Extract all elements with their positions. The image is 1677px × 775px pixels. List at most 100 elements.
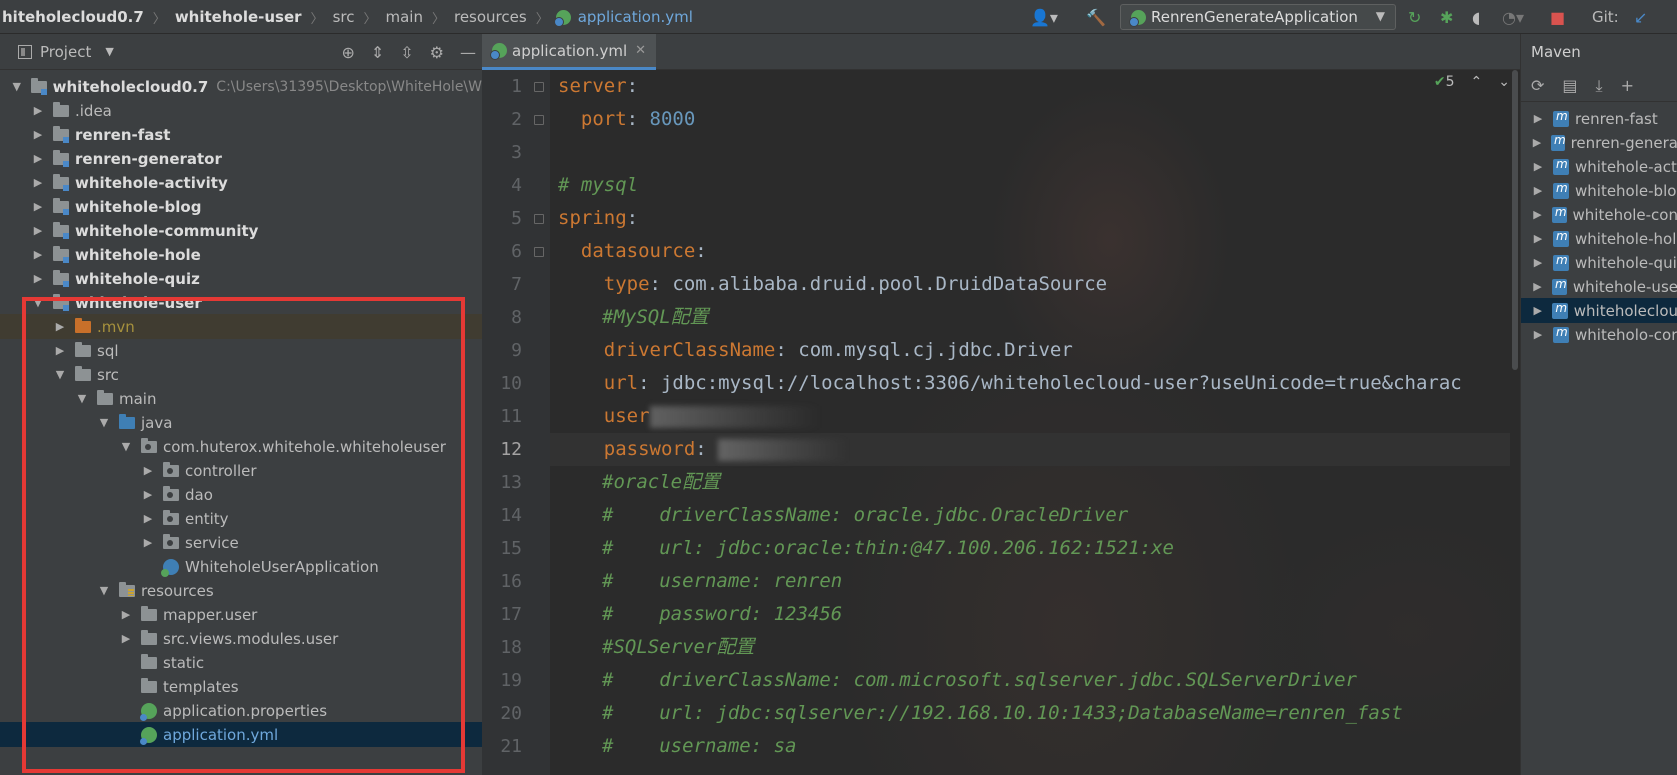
breadcrumb-file[interactable]: application.yml (576, 8, 695, 26)
stop-icon[interactable]: ■ (1550, 0, 1565, 34)
maven-item[interactable]: ▶ whitehole-act (1521, 154, 1677, 179)
maven-item[interactable]: ▶ whitehole-blo (1521, 178, 1677, 203)
chevron-right-icon[interactable]: ▶ (141, 464, 155, 477)
chevron-right-icon[interactable]: ▶ (1531, 280, 1544, 293)
tree-item-sql[interactable]: ▶ sql (0, 338, 482, 363)
chevron-right-icon[interactable]: ▶ (1531, 160, 1545, 173)
debug-bug-icon[interactable]: ✱ (1440, 0, 1453, 34)
chevron-down-icon[interactable]: ▼ (97, 584, 111, 597)
chevron-right-icon[interactable]: ▶ (31, 224, 45, 237)
tree-item-resources[interactable]: ▼ resources (0, 578, 482, 603)
run-configuration-select[interactable]: RenrenGenerateApplication ▼ (1120, 4, 1396, 30)
close-icon[interactable]: ✕ (635, 43, 646, 58)
maven-item[interactable]: ▶ whitehole-con (1521, 202, 1677, 227)
chevron-right-icon[interactable]: ▶ (31, 272, 45, 285)
tree-item-java[interactable]: ▼ java (0, 410, 482, 435)
tree-item-whitehole-user[interactable]: ▼ whitehole-user (0, 290, 482, 315)
chevron-right-icon[interactable]: ▶ (31, 104, 45, 117)
chevron-right-icon[interactable]: ▶ (141, 512, 155, 525)
download-icon[interactable]: ⤓ (1596, 76, 1603, 96)
breadcrumb-main[interactable]: main (383, 8, 424, 26)
chevron-down-icon[interactable]: ▼ (119, 440, 133, 453)
chevron-right-icon[interactable]: ▶ (119, 632, 133, 645)
add-icon[interactable]: + (1621, 76, 1634, 95)
chevron-down-icon[interactable]: ▼ (97, 416, 111, 429)
chevron-right-icon[interactable]: ▶ (1531, 184, 1545, 197)
gear-icon[interactable]: ⚙ (430, 43, 444, 62)
tree-item-service[interactable]: ▶ service (0, 530, 482, 555)
chevron-right-icon[interactable]: ▶ (1531, 208, 1544, 221)
chevron-down-icon[interactable]: ▼ (75, 392, 89, 405)
breadcrumb-project[interactable]: hiteholecloud0.7 (0, 8, 146, 26)
chevron-right-icon[interactable]: ▶ (141, 488, 155, 501)
project-view-selector[interactable]: Project ▼ (18, 43, 114, 61)
tree-item-application-class[interactable]: WhiteholeUserApplication (0, 554, 482, 579)
tree-item-renren-fast[interactable]: ▶ renren-fast (0, 122, 482, 147)
inspection-status[interactable]: ✔5 (1434, 74, 1455, 90)
tree-item-entity[interactable]: ▶ entity (0, 506, 482, 531)
tree-item-package-root[interactable]: ▼ com.huterox.whitehole.whiteholeuser (0, 434, 482, 459)
git-update-arrow-icon[interactable]: ↙ (1634, 0, 1647, 34)
tree-item-templates[interactable]: templates (0, 674, 482, 699)
reload-icon[interactable]: ⟳ (1531, 76, 1544, 95)
chevron-right-icon[interactable]: ▶ (31, 176, 45, 189)
maven-item[interactable]: ▶ renren-fast (1521, 106, 1677, 131)
fold-marker-icon[interactable] (534, 115, 544, 125)
chevron-right-icon[interactable]: ▶ (119, 608, 133, 621)
tree-item-renren-generator[interactable]: ▶ renren-generator (0, 146, 482, 171)
maven-item[interactable]: ▶ whitehole-use (1521, 274, 1677, 299)
code-area[interactable]: ✔5 ⌃ ⌄ server: port: 8000 # mysql spring… (550, 70, 1520, 775)
maven-item[interactable]: ▶ whiteholo-cor (1521, 322, 1677, 347)
locate-crosshair-icon[interactable]: ⊕ (341, 43, 354, 62)
expand-all-icon[interactable]: ⇕ (371, 43, 384, 62)
tree-item-whitehole-activity[interactable]: ▶ whitehole-activity (0, 170, 482, 195)
chevron-right-icon[interactable]: ▶ (141, 536, 155, 549)
chevron-right-icon[interactable]: ▶ (53, 320, 67, 333)
profile-icon[interactable]: ◔▾ (1502, 0, 1524, 34)
tree-item-whitehole-community[interactable]: ▶ whitehole-community (0, 218, 482, 243)
tree-item-src-views[interactable]: ▶ src.views.modules.user (0, 626, 482, 651)
tree-item-whitehole-quiz[interactable]: ▶ whitehole-quiz (0, 266, 482, 291)
chevron-down-icon[interactable]: ▼ (31, 296, 45, 309)
tree-item-idea[interactable]: ▶ .idea (0, 98, 482, 123)
chevron-right-icon[interactable]: ▶ (1531, 232, 1545, 245)
tab-application-yml[interactable]: application.yml ✕ (482, 34, 656, 70)
tree-item-src[interactable]: ▼ src (0, 362, 482, 387)
tree-item-mapper-user[interactable]: ▶ mapper.user (0, 602, 482, 627)
maven-item-selected[interactable]: ▶ whiteholeclou (1521, 298, 1677, 323)
chevron-up-icon[interactable]: ⌃ (1471, 74, 1483, 90)
tree-item-controller[interactable]: ▶ controller (0, 458, 482, 483)
tree-item-main[interactable]: ▼ main (0, 386, 482, 411)
breadcrumb-src[interactable]: src (331, 8, 357, 26)
chevron-right-icon[interactable]: ▶ (1531, 328, 1545, 341)
maven-item[interactable]: ▶ whitehole-hol (1521, 226, 1677, 251)
chevron-right-icon[interactable]: ▶ (31, 128, 45, 141)
chevron-down-icon[interactable]: ▼ (53, 368, 67, 381)
fold-marker-icon[interactable] (534, 214, 544, 224)
breadcrumb-resources[interactable]: resources (452, 8, 529, 26)
tree-item-mvn[interactable]: ▶ .mvn (0, 314, 482, 339)
breadcrumb-module[interactable]: whitehole-user (173, 8, 304, 26)
chevron-right-icon[interactable]: ▶ (1531, 256, 1545, 269)
tree-item-whitehole-blog[interactable]: ▶ whitehole-blog (0, 194, 482, 219)
user-icon[interactable]: 👤▾ (1030, 0, 1058, 34)
tree-item-whitehole-hole[interactable]: ▶ whitehole-hole (0, 242, 482, 267)
tree-item-static[interactable]: static (0, 650, 482, 675)
chevron-down-icon[interactable]: ⌄ (1498, 74, 1510, 90)
maven-item[interactable]: ▶ whitehole-qui (1521, 250, 1677, 275)
maven-item[interactable]: ▶ renren-genera (1521, 130, 1677, 155)
coverage-shield-icon[interactable]: ◖ (1472, 0, 1480, 34)
editor-scrollbar[interactable] (1510, 70, 1520, 775)
collapse-all-icon[interactable]: ⇳ (400, 43, 413, 62)
tree-item-dao[interactable]: ▶ dao (0, 482, 482, 507)
chevron-right-icon[interactable]: ▶ (31, 200, 45, 213)
chevron-right-icon[interactable]: ▶ (31, 248, 45, 261)
rerun-icon[interactable]: ↻ (1408, 0, 1421, 34)
chevron-right-icon[interactable]: ▶ (53, 344, 67, 357)
tree-item-application-properties[interactable]: application.properties (0, 698, 482, 723)
chevron-down-icon[interactable]: ▼ (10, 80, 23, 93)
build-hammer-icon[interactable]: 🔨 (1086, 0, 1106, 34)
generate-sources-icon[interactable]: ▤ (1562, 76, 1577, 95)
hide-minus-icon[interactable]: — (460, 43, 476, 62)
tree-item-application-yml[interactable]: application.yml (0, 722, 482, 747)
